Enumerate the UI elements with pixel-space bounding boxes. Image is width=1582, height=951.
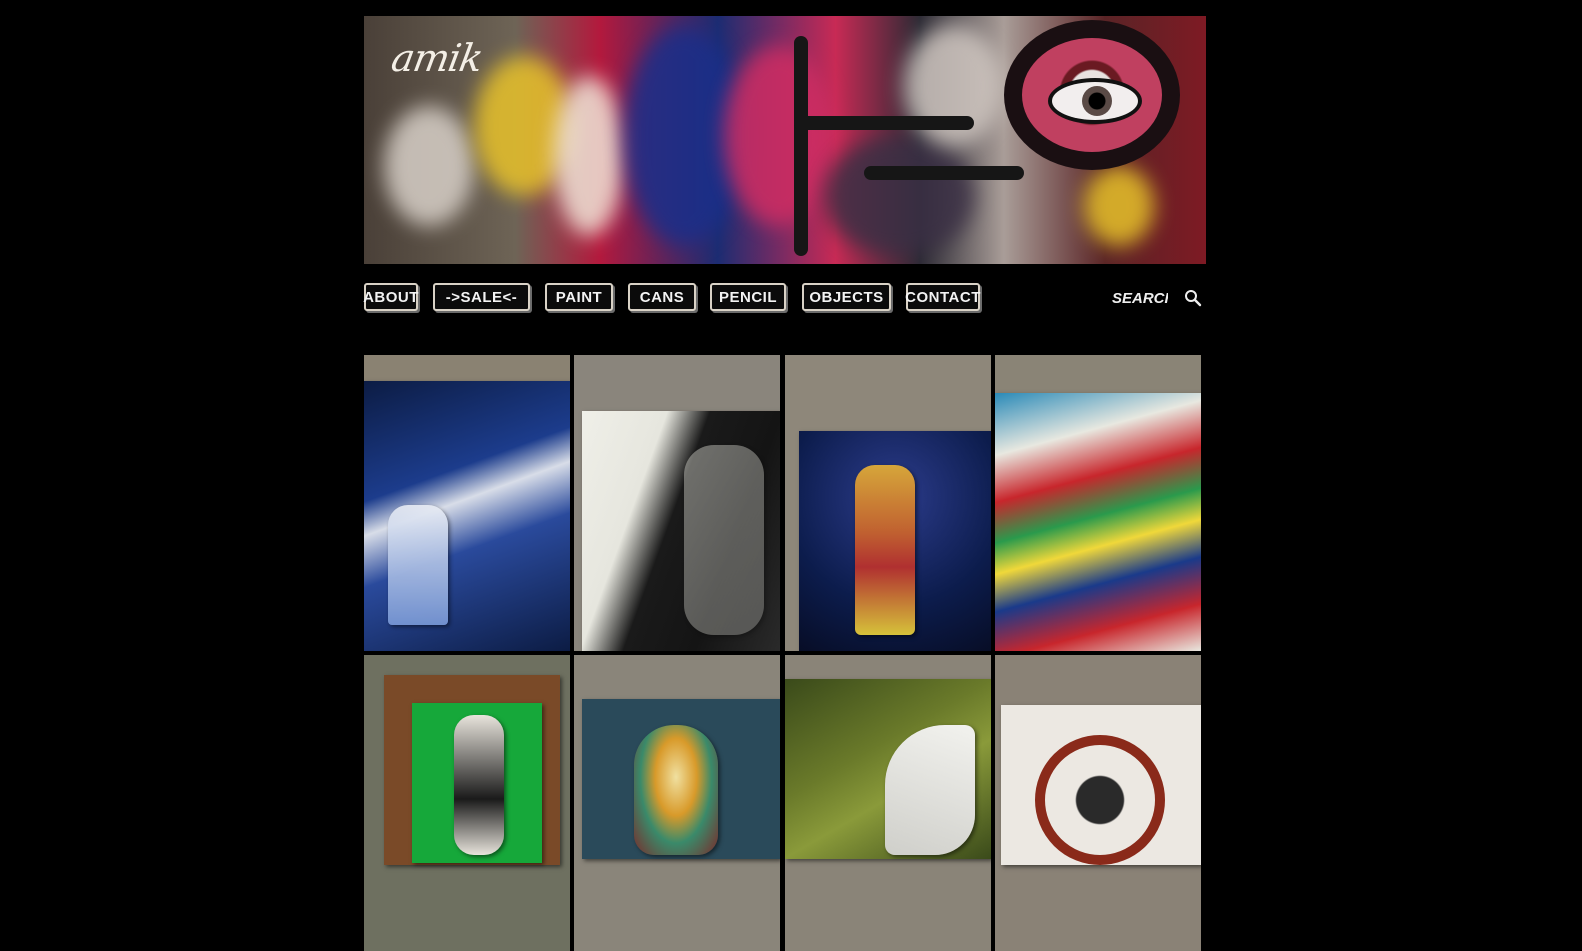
banner-shape <box>1084 166 1154 246</box>
banner-pupil <box>1082 86 1112 116</box>
banner-shape <box>824 136 974 256</box>
banner-shape <box>384 106 474 226</box>
banner-stroke <box>794 116 974 130</box>
nav-paint-button[interactable]: PAINT <box>545 283 613 311</box>
gallery-tile[interactable] <box>785 355 991 651</box>
painting-wind-stripes <box>995 393 1201 651</box>
painting-detail <box>388 505 448 625</box>
gallery-tile[interactable] <box>785 655 991 951</box>
page-container: amik ABOUT ->SALE<- PAINT CANS PENCIL OB… <box>363 16 1206 951</box>
main-nav: ABOUT ->SALE<- PAINT CANS PENCIL OBJECTS… <box>363 283 1206 315</box>
nav-objects-button[interactable]: OBJECTS <box>802 283 891 311</box>
painting-detail <box>684 445 764 635</box>
banner-shape <box>554 76 624 236</box>
banner-stroke <box>864 166 1024 180</box>
nav-about-button[interactable]: ABOUT <box>363 283 418 311</box>
nav-sale-button[interactable]: ->SALE<- <box>433 283 530 311</box>
site-logo[interactable]: amik <box>388 36 486 80</box>
nav-cans-button[interactable]: CANS <box>628 283 696 311</box>
gallery-tile[interactable] <box>574 355 780 651</box>
painting-detail <box>1035 735 1165 865</box>
magnifier-icon[interactable] <box>1184 289 1202 307</box>
painting-detail <box>634 725 718 855</box>
gallery-tile[interactable] <box>995 355 1201 651</box>
search-box <box>1112 287 1202 309</box>
gallery-tile[interactable] <box>995 655 1201 951</box>
banner-shape <box>724 46 834 226</box>
search-input[interactable] <box>1112 289 1168 307</box>
header-banner: amik <box>364 16 1206 264</box>
banner-stroke <box>794 36 808 256</box>
nav-contact-button[interactable]: CONTACT <box>905 283 980 311</box>
gallery-tile[interactable] <box>574 655 780 951</box>
painting-detail <box>454 715 504 855</box>
painting-detail <box>855 465 915 635</box>
gallery-tile[interactable] <box>364 655 570 951</box>
gallery-tile[interactable] <box>364 355 570 651</box>
nav-pencil-button[interactable]: PENCIL <box>710 283 786 311</box>
